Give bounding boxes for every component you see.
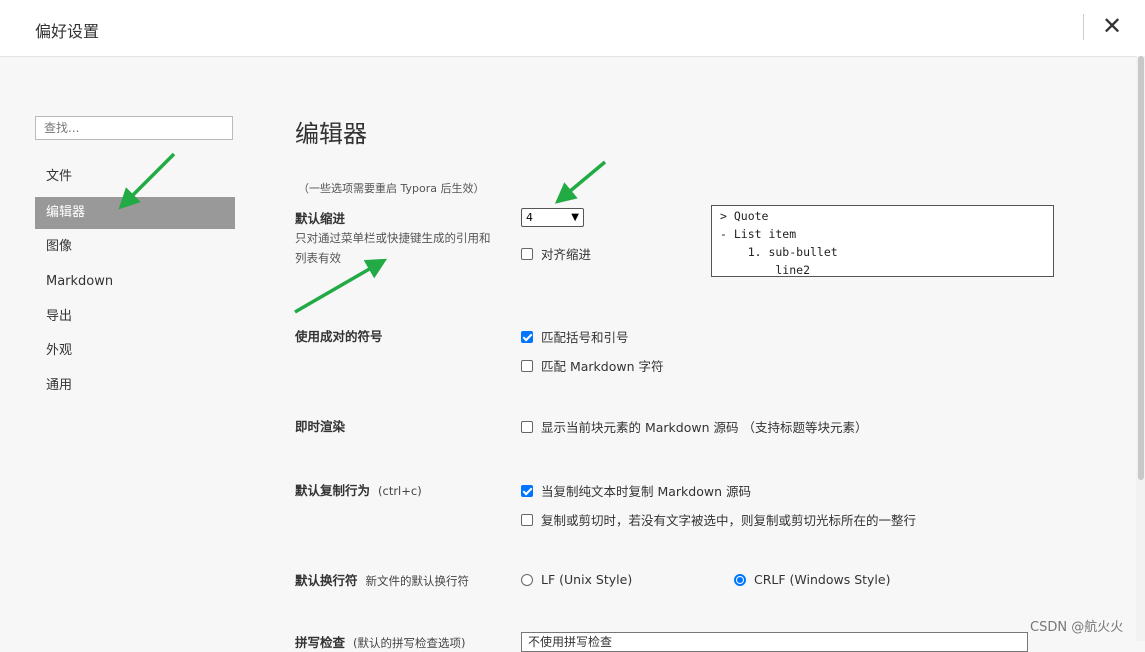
arrow-to-indent-desc (294, 258, 388, 314)
annotation-arrows (118, 152, 607, 314)
arrow-to-indent-select (554, 160, 607, 204)
arrow-to-editor (118, 152, 176, 210)
